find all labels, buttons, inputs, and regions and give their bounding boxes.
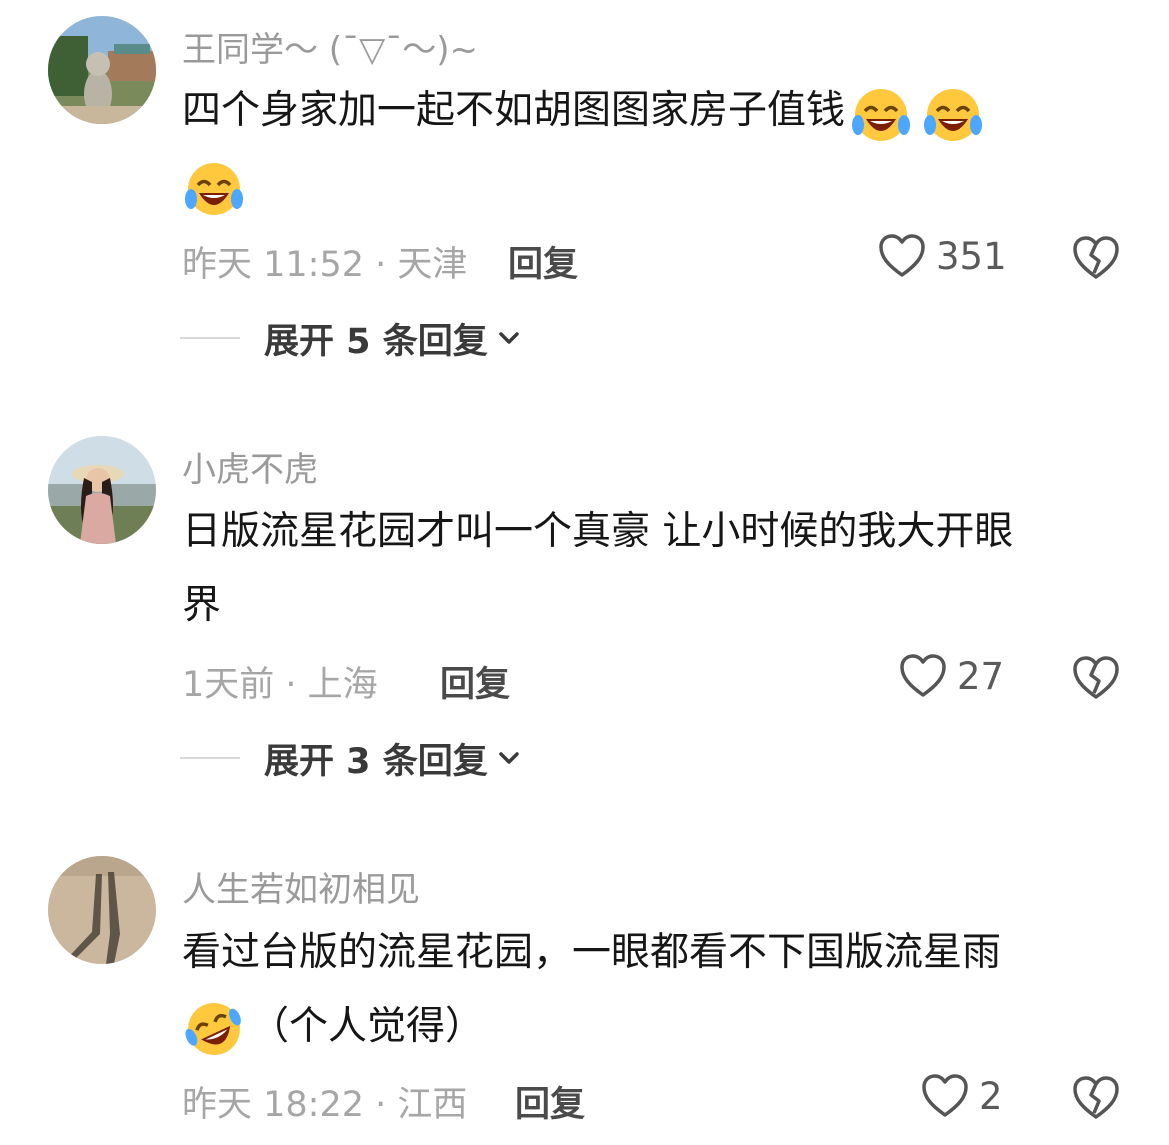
- laugh-cry-emoji-icon: [852, 88, 911, 141]
- comment-text-line: 四个身家加一起不如胡图图家房子值钱: [182, 88, 846, 133]
- laugh-cry-emoji-icon: [185, 162, 243, 215]
- reply-button[interactable]: 回复: [508, 236, 578, 287]
- heart-outline-icon: [900, 654, 946, 697]
- expand-replies-button[interactable]: 展开 3 条回复: [180, 736, 522, 782]
- like-count: 351: [936, 234, 1007, 278]
- username[interactable]: 人生若如初相见: [182, 862, 420, 911]
- expand-replies-label: 展开 3 条回复: [264, 741, 488, 782]
- rofl-emoji-icon: [185, 1002, 241, 1055]
- comment-text: 看过台版的流星花园，一眼都看不下国版流星雨 （个人觉得）: [182, 916, 1132, 1064]
- broken-heart-outline-icon[interactable]: [1072, 654, 1120, 702]
- expand-replies-label: 展开 5 条回复: [264, 321, 488, 362]
- time-location: 1天前 · 上海: [182, 665, 378, 705]
- comment-text-line: 看过台版的流星花园，一眼都看不下国版流星雨: [182, 930, 1002, 975]
- like-button[interactable]: 27: [899, 652, 1004, 700]
- reply-button[interactable]: 回复: [515, 1076, 585, 1127]
- heart-outline-icon: [879, 234, 925, 277]
- expand-replies-button[interactable]: 展开 5 条回复: [180, 316, 522, 362]
- laugh-cry-emoji-icon: [924, 88, 983, 141]
- time-location: 昨天 11:52 · 天津: [182, 245, 468, 285]
- like-count: 27: [957, 654, 1005, 698]
- comment-text: 日版流星花园才叫一个真豪 让小时候的我大开眼 界: [182, 495, 1132, 643]
- avatar[interactable]: [48, 856, 156, 964]
- comment-text-line: 界: [182, 583, 222, 628]
- divider-line: [180, 337, 240, 339]
- like-button[interactable]: 2: [921, 1072, 1003, 1120]
- broken-heart-outline-icon[interactable]: [1072, 1074, 1120, 1122]
- avatar[interactable]: [48, 16, 156, 124]
- reply-button[interactable]: 回复: [440, 656, 510, 707]
- like-button[interactable]: 351: [878, 232, 1007, 280]
- divider-line: [180, 757, 240, 759]
- chevron-down-icon: [498, 752, 519, 764]
- chevron-down-icon: [498, 332, 519, 344]
- like-count: 2: [979, 1074, 1003, 1118]
- time-location: 昨天 18:22 · 江西: [182, 1085, 468, 1125]
- broken-heart-outline-icon[interactable]: [1072, 234, 1120, 282]
- heart-outline-icon: [922, 1074, 968, 1117]
- avatar[interactable]: [48, 436, 156, 544]
- username[interactable]: 小虎不虎: [182, 442, 318, 491]
- comment-text-line: 日版流星花园才叫一个真豪 让小时候的我大开眼: [182, 509, 1014, 554]
- comment-text-line: （个人觉得）: [250, 1004, 485, 1049]
- comment-text: 四个身家加一起不如胡图图家房子值钱: [182, 74, 1132, 222]
- username[interactable]: 王同学～ (¯▽¯～)~: [182, 22, 478, 71]
